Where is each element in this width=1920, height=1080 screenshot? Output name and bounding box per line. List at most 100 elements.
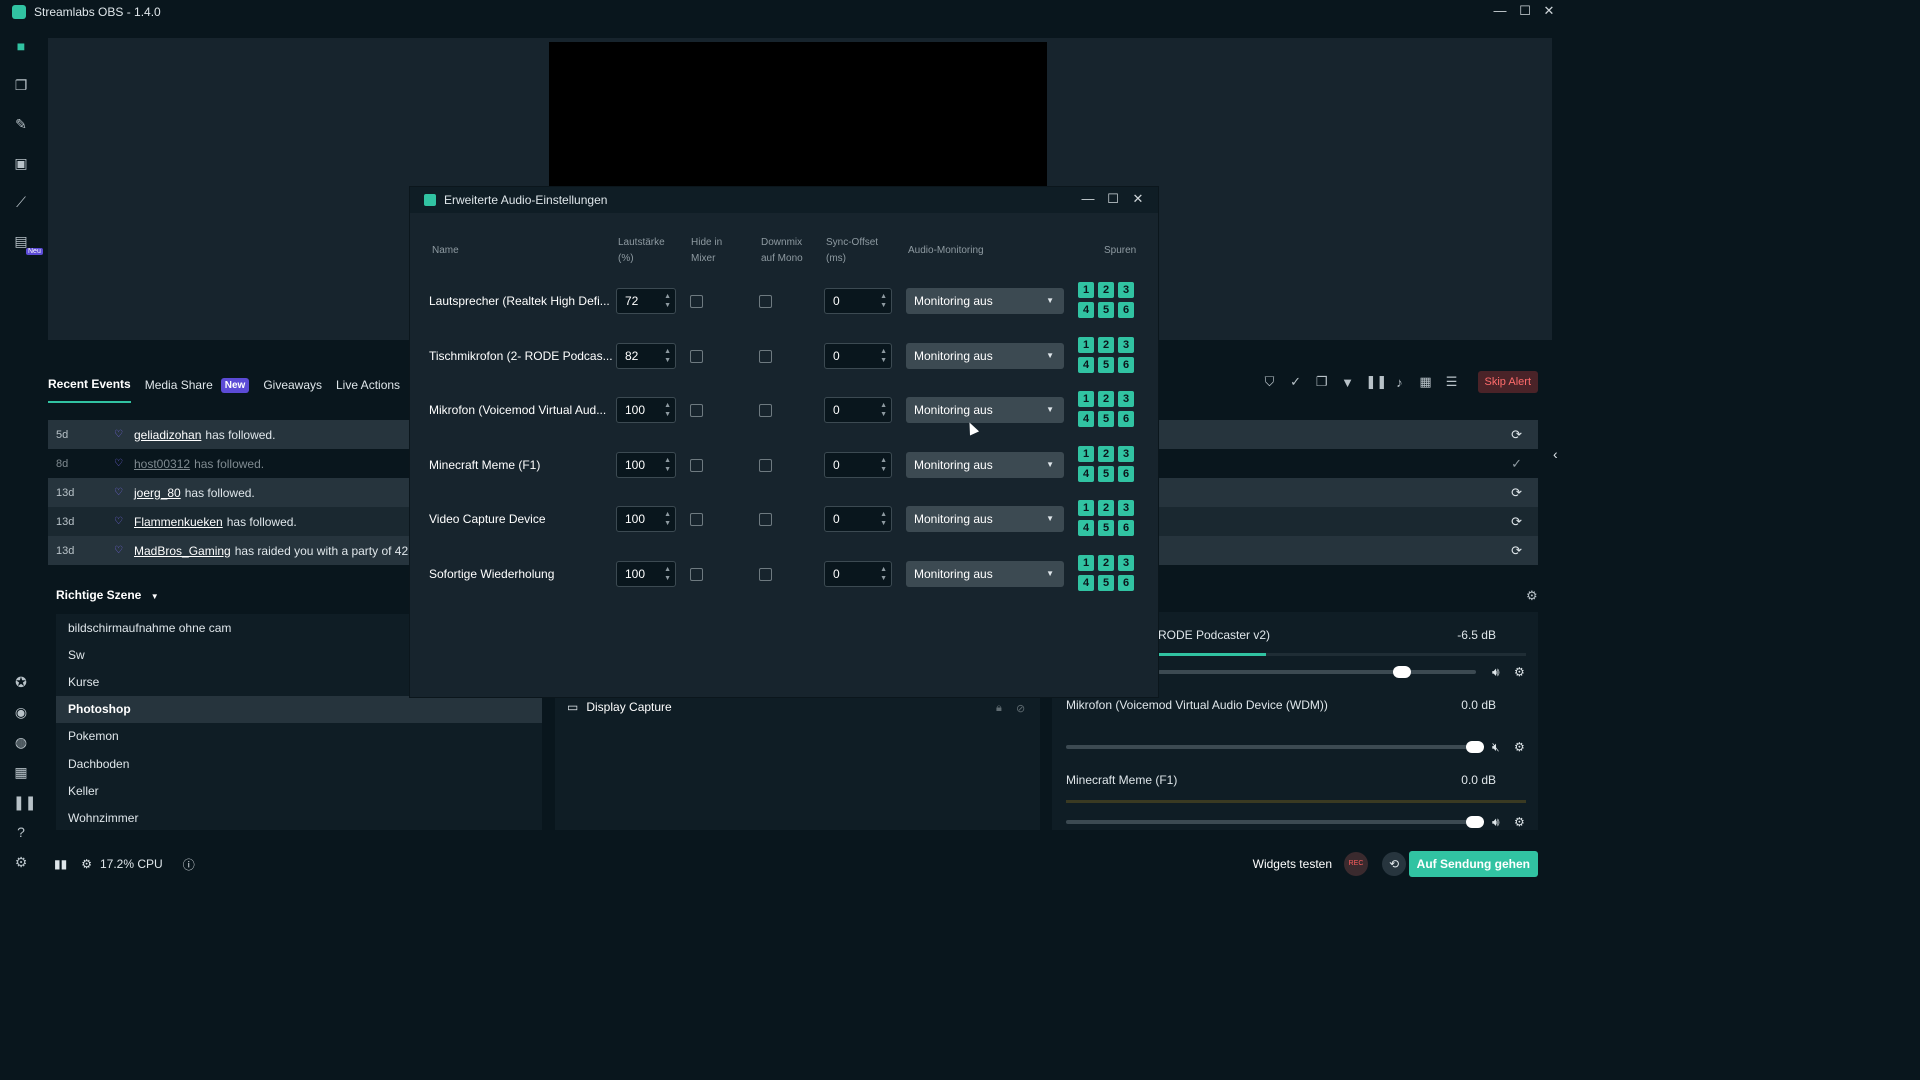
sync-offset-input[interactable]: 0 ▲ ▼ (824, 560, 892, 587)
speaker-muted-icon[interactable]: 🔇︎ (1492, 740, 1500, 755)
go-live-button[interactable]: Auf Sendung gehen (1408, 851, 1538, 877)
monitoring-select[interactable]: Monitoring aus ▼ (906, 506, 1064, 532)
tab-recent-events[interactable]: Recent Events (48, 377, 131, 403)
tab-media-share[interactable]: Media Share New (145, 377, 250, 393)
maximize-icon[interactable]: ☐ (1515, 3, 1535, 19)
speaker-icon[interactable]: 🔊︎ (1492, 815, 1500, 830)
sync-offset-input[interactable]: 0 ▲ ▼ (824, 451, 892, 478)
store-icon[interactable]: ▣ (13, 155, 29, 171)
popout-icon[interactable]: ❐ (1314, 374, 1330, 390)
gear-icon[interactable]: ⚙ (1514, 665, 1525, 679)
lock-icon[interactable]: 🔒︎ (996, 702, 1002, 715)
track-toggle-6[interactable]: 6 (1118, 520, 1134, 536)
scene-item[interactable]: Wohnzimmer (56, 804, 542, 831)
hide-in-mixer-checkbox[interactable] (690, 458, 703, 472)
downmix-mono-checkbox[interactable] (759, 513, 772, 526)
dialog-close-icon[interactable]: ✕ (1130, 191, 1146, 207)
spinner-icon[interactable]: ▲ ▼ (664, 401, 671, 419)
repeat-icon[interactable]: ⟳ (1511, 543, 1522, 559)
spinner-icon[interactable]: ▲ ▼ (880, 347, 887, 365)
source-item[interactable]: ▭ Display Capture (567, 700, 672, 714)
volume-input[interactable]: 82 ▲ ▼ (616, 342, 676, 369)
monitoring-select[interactable]: Monitoring aus ▼ (906, 451, 1064, 478)
hide-in-mixer-checkbox[interactable] (690, 567, 703, 581)
hide-in-mixer-checkbox[interactable] (690, 513, 703, 526)
minimize-icon[interactable]: — (1490, 3, 1510, 18)
shield-icon[interactable]: ⛉ (1262, 374, 1278, 390)
pause-icon[interactable]: ❚❚ (1366, 374, 1388, 390)
track-toggle-4[interactable]: 4 (1078, 411, 1094, 427)
spinner-icon[interactable]: ▲ ▼ (664, 456, 671, 474)
dialog-minimize-icon[interactable]: — (1080, 191, 1096, 206)
track-toggle-5[interactable]: 5 (1098, 302, 1114, 318)
widgets-test-button[interactable]: Widgets testen (1253, 857, 1332, 871)
spinner-icon[interactable]: ▲ ▼ (664, 565, 671, 583)
settings-gear-icon[interactable]: ⚙ (13, 854, 29, 870)
sync-offset-input[interactable]: 0 ▲ ▼ (824, 342, 892, 369)
sync-offset-input[interactable]: 0 ▲ ▼ (824, 506, 892, 532)
track-toggle-2[interactable]: 2 (1098, 500, 1114, 516)
track-toggle-1[interactable]: 1 (1078, 391, 1094, 407)
volume-input[interactable]: 100 ▲ ▼ (616, 506, 676, 532)
chat-icon[interactable]: ◍ (13, 734, 29, 750)
dashboard-chart-icon[interactable]: ⟋ (13, 194, 29, 210)
hide-in-mixer-checkbox[interactable] (690, 295, 703, 308)
layout-icon[interactable]: ▦ (13, 764, 29, 780)
spinner-icon[interactable]: ▲ ▼ (664, 347, 671, 365)
replay-buffer-icon[interactable]: ⟲ (1382, 852, 1406, 876)
monitoring-select[interactable]: Monitoring aus ▼ (906, 342, 1064, 369)
scene-item[interactable]: Photoshop (56, 695, 542, 723)
volume-slider-handle[interactable] (1466, 816, 1484, 828)
track-toggle-6[interactable]: 6 (1118, 302, 1134, 318)
track-toggle-4[interactable]: 4 (1078, 574, 1094, 591)
track-toggle-2[interactable]: 2 (1098, 391, 1114, 407)
volume-slider[interactable] (1066, 745, 1474, 749)
spinner-icon[interactable]: ▲ ▼ (880, 292, 887, 310)
visibility-icon[interactable]: ⊘ (1016, 702, 1025, 715)
editor-icon[interactable]: ✎ (13, 116, 29, 132)
track-toggle-4[interactable]: 4 (1078, 302, 1094, 318)
track-toggle-6[interactable]: 6 (1118, 574, 1134, 591)
tab-live-actions[interactable]: Live Actions (336, 378, 400, 392)
downmix-mono-checkbox[interactable] (759, 295, 772, 308)
volume-icon[interactable]: ♪ (1392, 375, 1408, 390)
sync-offset-input[interactable]: 0 ▲ ▼ (824, 288, 892, 314)
monitoring-select[interactable]: Monitoring aus ▼ (906, 560, 1064, 587)
monitoring-select[interactable]: Monitoring aus ▼ (906, 397, 1064, 423)
scene-collection-dropdown[interactable]: Richtige Szene ▼ (56, 588, 159, 602)
studio-mode-icon[interactable]: ■ (13, 38, 29, 54)
library-icon[interactable]: ❐ (13, 77, 29, 93)
spinner-icon[interactable]: ▲ ▼ (664, 292, 671, 310)
tab-giveaways[interactable]: Giveaways (263, 378, 322, 392)
filter-icon[interactable]: ▼ (1340, 375, 1356, 390)
hide-in-mixer-checkbox[interactable] (690, 404, 703, 417)
track-toggle-1[interactable]: 1 (1078, 336, 1094, 353)
volume-input[interactable]: 72 ▲ ▼ (616, 288, 676, 314)
list-view-icon[interactable]: ☰ (1444, 374, 1460, 390)
gear-icon[interactable]: ⚙ (1514, 815, 1525, 829)
mixer-settings-gear-icon[interactable]: ⚙ (1526, 588, 1538, 604)
volume-slider-handle[interactable] (1466, 741, 1484, 753)
track-toggle-2[interactable]: 2 (1098, 336, 1114, 353)
monitoring-select[interactable]: Monitoring aus ▼ (906, 288, 1064, 314)
columns-icon[interactable]: ❚❚ (13, 794, 36, 810)
scene-item[interactable]: Keller (56, 777, 542, 804)
track-toggle-3[interactable]: 3 (1118, 445, 1134, 462)
check-icon[interactable]: ✓ (1511, 456, 1522, 472)
repeat-icon[interactable]: ⟳ (1511, 427, 1522, 443)
track-toggle-3[interactable]: 3 (1118, 336, 1134, 353)
spinner-icon[interactable]: ▲ ▼ (664, 510, 671, 528)
track-toggle-4[interactable]: 4 (1078, 465, 1094, 482)
volume-input[interactable]: 100 ▲ ▼ (616, 560, 676, 587)
spinner-icon[interactable]: ▲ ▼ (880, 401, 887, 419)
grid-view-icon[interactable]: ▦ (1418, 374, 1434, 390)
spinner-icon[interactable]: ▲ ▼ (880, 510, 887, 528)
close-icon[interactable]: ✕ (1539, 3, 1559, 19)
video-editor-icon[interactable]: ▤ (13, 233, 29, 249)
scene-item[interactable]: Pokemon (56, 723, 542, 750)
track-toggle-6[interactable]: 6 (1118, 356, 1134, 373)
track-toggle-6[interactable]: 6 (1118, 465, 1134, 482)
hide-in-mixer-checkbox[interactable] (690, 349, 703, 363)
spinner-icon[interactable]: ▲ ▼ (880, 456, 887, 474)
track-toggle-2[interactable]: 2 (1098, 554, 1114, 571)
